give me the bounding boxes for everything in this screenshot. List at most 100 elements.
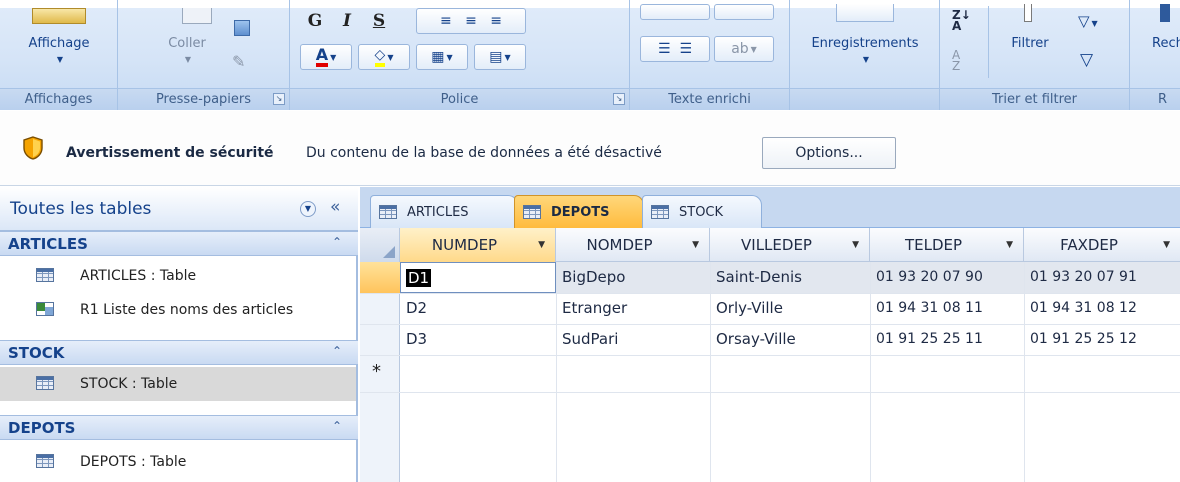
align-right-icon: ≡: [490, 13, 502, 29]
select-all-corner[interactable]: [360, 228, 400, 262]
find-button[interactable]: Rech: [1152, 36, 1180, 51]
group-records: Enregistrements ▼: [790, 0, 940, 110]
column-filter-arrow-icon[interactable]: ▼: [692, 228, 699, 262]
security-warning-title: Avertissement de sécurité: [66, 145, 274, 161]
table-cell[interactable]: Etranger: [556, 293, 710, 324]
align-center-icon: ≡: [465, 13, 477, 29]
record-selector-current[interactable]: [360, 262, 400, 293]
font-launcher-icon[interactable]: ↘: [613, 93, 625, 105]
ribbon: Affichage ▼ Affichages Coller ▼ ✎ Presse…: [0, 0, 1180, 110]
filter-button[interactable]: Filtrer: [1000, 36, 1060, 51]
group-views: Affichage ▼ Affichages: [0, 0, 118, 110]
find-button-label: Rech: [1152, 36, 1180, 51]
table-cell[interactable]: Saint-Denis: [710, 262, 870, 293]
table-cell[interactable]: D2: [400, 293, 556, 324]
align-buttons[interactable]: ≡ ≡ ≡: [416, 8, 526, 34]
nav-item-stock-table[interactable]: STOCK : Table: [0, 367, 356, 401]
chevron-down-icon: ▼: [387, 52, 394, 62]
record-selector[interactable]: [360, 293, 400, 324]
list-buttons[interactable]: ☰ ☰: [640, 36, 710, 62]
chevron-down-icon: ▼: [184, 55, 192, 64]
table-cell[interactable]: 01 93 20 07 90: [870, 262, 1024, 293]
ltr-button[interactable]: [714, 4, 774, 20]
format-painter-icon[interactable]: ✎: [232, 52, 245, 71]
table-cell[interactable]: 01 94 31 08 11: [870, 293, 1024, 324]
bold-glyph: G: [307, 11, 323, 31]
copy-icon[interactable]: [234, 20, 250, 36]
sort-descending-icon[interactable]: AZ: [952, 49, 960, 72]
column-header-nomdep[interactable]: NOMDEP ▼: [556, 228, 710, 262]
record-selector[interactable]: [360, 324, 400, 355]
table-cell[interactable]: D3: [400, 324, 556, 355]
font-color-button[interactable]: A ▼: [300, 44, 352, 70]
clipboard-launcher-icon[interactable]: ↘: [273, 93, 285, 105]
find-icon: [1160, 4, 1170, 22]
toggle-filter-icon[interactable]: ▽: [1080, 50, 1093, 70]
table-icon: [36, 454, 54, 468]
fill-color-button[interactable]: ◇ ▼: [358, 44, 410, 70]
bold-button[interactable]: G: [300, 8, 330, 34]
datasheet: NUMDEP ▼ NOMDEP ▼ VILLEDEP ▼ TELDEP ▼ FA…: [360, 228, 1180, 482]
column-header-label: TELDEP: [904, 236, 963, 254]
group-find-label: R: [1130, 88, 1180, 110]
nav-pane-title: Toutes les tables: [10, 199, 152, 219]
table-cell[interactable]: 01 93 20 07 91: [1024, 262, 1180, 293]
underline-glyph: S: [372, 11, 386, 31]
chevron-down-icon: ▼: [330, 52, 337, 62]
italic-button[interactable]: I: [332, 8, 362, 34]
gridlines-button[interactable]: ▦ ▼: [416, 44, 468, 70]
table-cell[interactable]: Orly-Ville: [710, 293, 870, 324]
column-filter-arrow-icon[interactable]: ▼: [538, 228, 545, 262]
selection-filter-icon[interactable]: ▽ ▼: [1078, 12, 1098, 30]
paste-button[interactable]: Coller ▼: [152, 36, 222, 66]
group-clipboard: Coller ▼ ✎ Presse-papiers ↘: [118, 0, 290, 110]
alt-fill-button[interactable]: ▤ ▼: [474, 44, 526, 70]
table-cell[interactable]: SudPari: [556, 324, 710, 355]
align-left-icon: ≡: [440, 13, 452, 29]
column-header-teldep[interactable]: TELDEP ▼: [870, 228, 1024, 262]
sort-ascending-icon[interactable]: Z↓ A: [952, 9, 971, 32]
nav-item-depots-table[interactable]: DEPOTS : Table: [0, 445, 356, 479]
view-button[interactable]: Affichage ▼: [4, 36, 114, 66]
nav-item-r1-query[interactable]: R1 Liste des noms des articles: [0, 293, 356, 327]
nav-group-depots[interactable]: DEPOTS ⌃: [0, 415, 358, 440]
tab-label: STOCK: [679, 204, 724, 220]
nav-pane-header[interactable]: Toutes les tables ▼ «: [0, 187, 358, 231]
column-filter-arrow-icon[interactable]: ▼: [852, 228, 859, 262]
records-button[interactable]: Enregistrements ▼: [794, 36, 936, 66]
chevron-down-icon: ▼: [446, 52, 453, 62]
cell-selected-text: D1: [406, 269, 432, 287]
highlight-button[interactable]: ab ▼: [714, 36, 774, 62]
nav-group-stock[interactable]: STOCK ⌃: [0, 340, 358, 365]
group-sort-filter-label: Trier et filtrer: [940, 88, 1129, 110]
column-filter-arrow-icon[interactable]: ▼: [1163, 228, 1170, 262]
tab-stock[interactable]: STOCK: [642, 195, 762, 228]
record-selector-new[interactable]: *: [360, 357, 400, 388]
column-header-villedep[interactable]: VILLEDEP ▼: [710, 228, 870, 262]
underline-button[interactable]: S: [364, 8, 394, 34]
table-cell[interactable]: BigDepo: [556, 262, 710, 293]
table-icon: [36, 268, 54, 282]
group-rich-text: ☰ ☰ ab ▼ Texte enrichi: [630, 0, 790, 110]
nav-menu-chevron-icon[interactable]: ▼: [300, 201, 316, 217]
table-cell[interactable]: 01 91 25 25 11: [870, 324, 1024, 355]
table-cell[interactable]: 01 94 31 08 12: [1024, 293, 1180, 324]
chevron-up-icon: ⌃: [332, 419, 343, 433]
chevron-down-icon: ▼: [56, 55, 64, 64]
font-color-icon: A: [315, 47, 329, 67]
indent-buttons[interactable]: [640, 4, 710, 20]
tab-depots[interactable]: DEPOTS: [514, 195, 644, 228]
tab-articles[interactable]: ARTICLES: [370, 195, 518, 228]
table-cell[interactable]: 01 91 25 25 12: [1024, 324, 1180, 355]
nav-group-articles[interactable]: ARTICLES ⌃: [0, 231, 358, 256]
table-cell-focused[interactable]: D1: [400, 262, 556, 293]
table-cell[interactable]: Orsay-Ville: [710, 324, 870, 355]
column-header-numdep[interactable]: NUMDEP ▼: [400, 228, 556, 262]
nav-collapse-icon[interactable]: «: [330, 197, 340, 217]
column-filter-arrow-icon[interactable]: ▼: [1006, 228, 1013, 262]
security-options-button[interactable]: Options...: [762, 137, 896, 169]
column-header-faxdep[interactable]: FAXDEP ▼: [1024, 228, 1180, 262]
filter-funnel-icon: [1024, 4, 1032, 22]
filter-button-label: Filtrer: [1011, 36, 1049, 51]
nav-item-articles-table[interactable]: ARTICLES : Table: [0, 259, 356, 293]
